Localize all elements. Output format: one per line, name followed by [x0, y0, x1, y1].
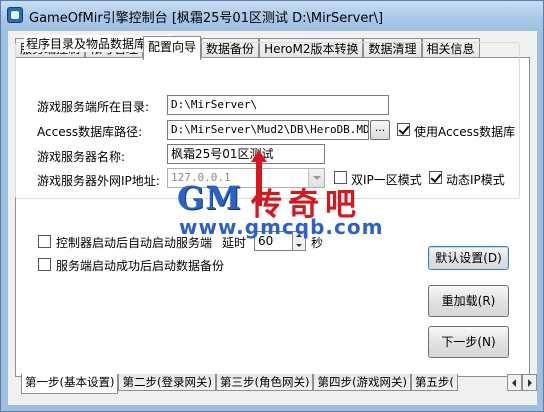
- chevron-down-icon[interactable]: [308, 169, 324, 187]
- auto-start-label: 控制器启动后自动启动服务端: [56, 236, 213, 250]
- tab-step-3[interactable]: 第三步(角色网关): [215, 374, 314, 391]
- use-access-label: 使用Access数据库: [414, 125, 516, 139]
- auto-start-checkbox[interactable]: [38, 235, 51, 248]
- tab-scroll-arrows: [507, 374, 537, 391]
- app-icon: [7, 7, 23, 23]
- browse-button[interactable]: ...: [370, 120, 390, 140]
- tab-step-4[interactable]: 第四步(游戏网关): [313, 374, 411, 391]
- default-settings-button[interactable]: 默认设置(D): [428, 246, 509, 270]
- red-arrow-annotation: [251, 150, 267, 206]
- external-ip-label: 游戏服务器外网IP地址:: [37, 174, 160, 188]
- next-step-button[interactable]: 下一步(N): [428, 326, 509, 358]
- chevron-right-icon[interactable]: [522, 374, 537, 391]
- external-ip-combo[interactable]: 127.0.0.1: [167, 168, 325, 188]
- title-bar[interactable]: GameOfMir引擎控制台 [枫霜25号01区测试 D:\MirServer\…: [1, 1, 543, 30]
- server-name-input[interactable]: 枫霜25号01区测试: [167, 144, 325, 164]
- tab-config-wizard[interactable]: 配置向导: [143, 36, 202, 60]
- delay-unit: 秒: [311, 236, 324, 250]
- server-name-label: 游戏服务器名称:: [37, 150, 126, 164]
- delay-spinner[interactable]: [292, 231, 306, 251]
- tab-step-5[interactable]: 第五步(: [410, 374, 458, 391]
- dynamic-ip-checkbox[interactable]: [429, 171, 442, 184]
- auto-backup-checkbox[interactable]: [38, 258, 51, 271]
- server-dir-input[interactable]: D:\MirServer\: [167, 95, 389, 115]
- app-window: GameOfMir引擎控制台 [枫霜25号01区测试 D:\MirServer\…: [0, 0, 544, 412]
- spin-down-icon[interactable]: [293, 241, 305, 250]
- delay-input[interactable]: 60: [254, 231, 294, 251]
- dynamic-ip-label: 动态IP模式: [446, 173, 505, 187]
- dual-ip-label: 双IP一区模式: [351, 173, 422, 187]
- chevron-left-icon[interactable]: [507, 374, 522, 391]
- delay-label: 延时: [222, 236, 247, 250]
- window-title: GameOfMir引擎控制台 [枫霜25号01区测试 D:\MirServer\…: [29, 11, 384, 26]
- tab-step-1[interactable]: 第一步(基本设置): [21, 374, 119, 394]
- server-dir-label: 游戏服务端所在目录:: [37, 100, 150, 114]
- reload-button[interactable]: 重加载(R): [428, 285, 509, 317]
- wizard-step-tabs: 第一步(基本设置) 第二步(登录网关) 第三步(角色网关) 第四步(游戏网关) …: [21, 374, 458, 394]
- access-path-input[interactable]: D:\MirServer\Mud2\DB\HeroDB.MDB: [167, 120, 369, 140]
- tab-step-2[interactable]: 第二步(登录网关): [118, 374, 216, 391]
- dual-ip-checkbox[interactable]: [334, 171, 347, 184]
- spin-up-icon[interactable]: [293, 232, 305, 241]
- access-path-label: Access数据库路径:: [37, 125, 143, 139]
- auto-backup-label: 服务端启动成功后启动数据备份: [56, 259, 225, 273]
- use-access-checkbox[interactable]: [397, 123, 410, 136]
